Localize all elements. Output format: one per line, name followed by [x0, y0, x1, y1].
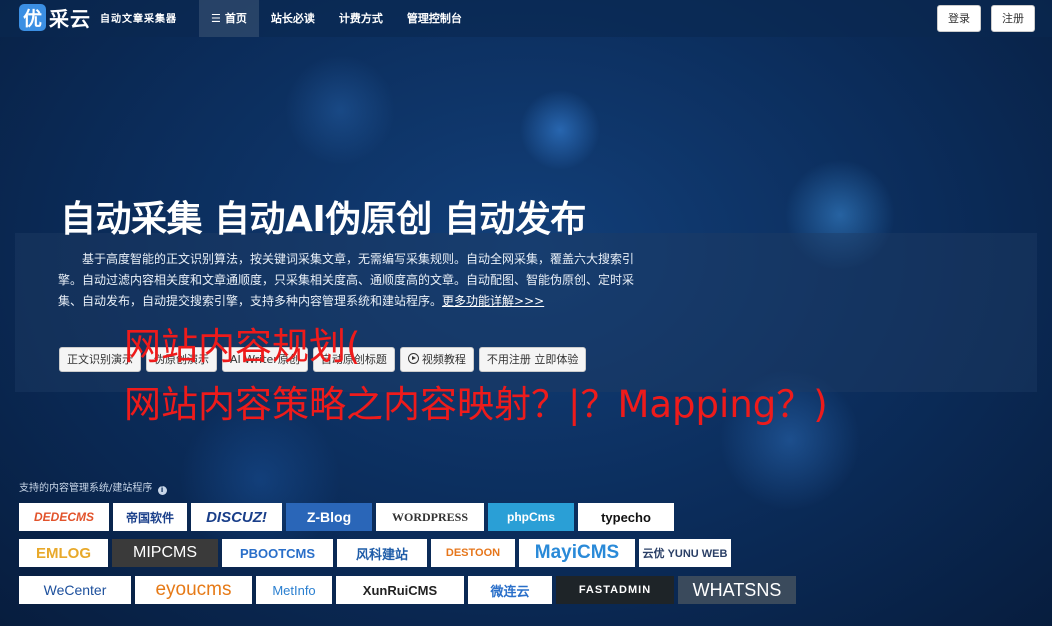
- cms-logo-metinfo[interactable]: MetInfo: [256, 576, 332, 604]
- video-tutorial-button[interactable]: 视频教程: [399, 347, 474, 372]
- logo-slogan: 自动文章采集器: [100, 14, 177, 25]
- cms-row-2: EMLOG MIPCMS PBOOTCMS 风科建站 DESTOON MayiC…: [19, 539, 731, 567]
- cms-logo-diguo[interactable]: 帝国软件: [113, 503, 187, 531]
- cms-logo-eyoucms[interactable]: eyoucms: [135, 576, 252, 604]
- hero-description-text: 基于高度智能的正文识别算法，按关键词采集文章，无需编写采集规则。自动全网采集，覆…: [58, 252, 635, 308]
- main-menu: ☰ 首页 站长必读 计费方式 管理控制台: [199, 0, 474, 37]
- cms-row-1: DEDECMS 帝国软件 DISCUZ! Z-Blog WORDPRESS ph…: [19, 503, 674, 531]
- rewrite-demo-button[interactable]: 伪原创演示: [146, 347, 217, 372]
- cms-logo-dedecms[interactable]: DEDECMS: [19, 503, 109, 531]
- hero-actions: 正文识别演示 伪原创演示 AI Writer原创 自动原创标题 视频教程 不用注…: [59, 347, 587, 372]
- cms-support-label: 支持的内容管理系统/建站程序 i: [19, 479, 167, 495]
- cms-logo-xunruicms[interactable]: XunRuiCMS: [336, 576, 464, 604]
- cms-logo-fastadmin[interactable]: FASTADMIN: [556, 576, 674, 604]
- list-icon: ☰: [211, 12, 221, 25]
- hero-title: 自动采集 自动AI伪原创 自动发布: [60, 199, 586, 240]
- more-features-link[interactable]: 更多功能详解>>>: [442, 294, 544, 308]
- video-tutorial-label: 视频教程: [421, 353, 466, 366]
- auto-title-button[interactable]: 自动原创标题: [312, 347, 395, 372]
- site-logo[interactable]: 优 采云 自动文章采集器: [19, 2, 177, 33]
- logo-mark: 优: [19, 4, 46, 31]
- cms-logo-mayicms[interactable]: MayiCMS: [519, 539, 635, 567]
- register-button[interactable]: 注册: [991, 5, 1035, 32]
- cms-logo-fengke[interactable]: 风科建站: [337, 539, 427, 567]
- cms-logo-typecho[interactable]: typecho: [578, 503, 674, 531]
- hero-description: 基于高度智能的正文识别算法，按关键词采集文章，无需编写采集规则。自动全网采集，覆…: [58, 249, 653, 312]
- extract-demo-button[interactable]: 正文识别演示: [59, 347, 141, 372]
- cms-logo-yunu[interactable]: 云优 YUNU WEB: [639, 539, 731, 567]
- menu-item-console[interactable]: 管理控制台: [395, 0, 474, 37]
- menu-item-guide[interactable]: 站长必读: [259, 0, 327, 37]
- try-now-button[interactable]: 不用注册 立即体验: [478, 347, 587, 372]
- cms-logo-emlog[interactable]: EMLOG: [19, 539, 108, 567]
- cms-logo-phpcms[interactable]: phpCms: [488, 503, 574, 531]
- cms-logo-mipcms[interactable]: MIPCMS: [112, 539, 218, 567]
- cms-support-text: 支持的内容管理系统/建站程序: [19, 483, 153, 494]
- ai-writer-button[interactable]: AI Writer原创: [222, 347, 308, 372]
- menu-item-pricing[interactable]: 计费方式: [327, 0, 395, 37]
- top-navbar: 优 采云 自动文章采集器 ☰ 首页 站长必读 计费方式 管理控制台 登录 注册: [0, 0, 1052, 37]
- cms-logo-discuz[interactable]: DISCUZ!: [191, 503, 282, 531]
- logo-name: 采云: [49, 7, 91, 31]
- play-circle-icon: [407, 353, 419, 364]
- cms-logo-wordpress[interactable]: WORDPRESS: [376, 503, 484, 531]
- cms-logo-pbootcms[interactable]: PBOOTCMS: [222, 539, 333, 567]
- cms-logo-whatsns[interactable]: WHATSNS: [678, 576, 796, 604]
- cms-row-3: WeCenter eyoucms MetInfo XunRuiCMS 微连云 F…: [19, 576, 796, 604]
- cms-logo-destoon[interactable]: DESTOON: [431, 539, 515, 567]
- cms-logo-weilianyun[interactable]: 微连云: [468, 576, 552, 604]
- info-icon: i: [157, 486, 167, 495]
- menu-item-label: 首页: [224, 12, 247, 25]
- menu-item-home[interactable]: ☰ 首页: [199, 0, 259, 37]
- cms-logo-zblog[interactable]: Z-Blog: [286, 503, 372, 531]
- login-button[interactable]: 登录: [937, 5, 981, 32]
- cms-logo-wecenter[interactable]: WeCenter: [19, 576, 131, 604]
